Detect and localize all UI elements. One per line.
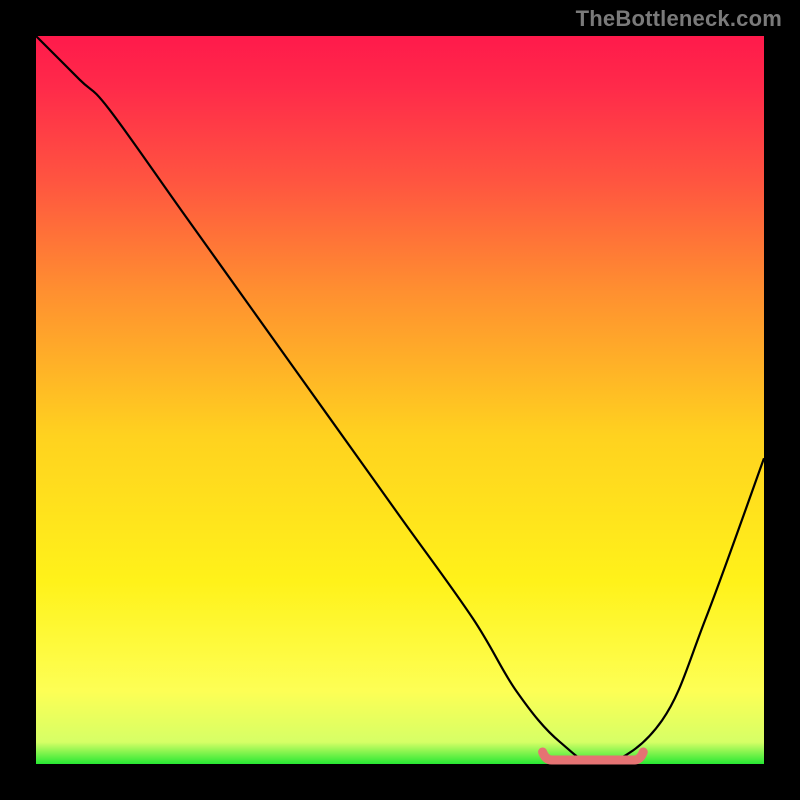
bottleneck-chart (0, 0, 800, 800)
plot-background (36, 36, 764, 764)
chart-container: TheBottleneck.com (0, 0, 800, 800)
watermark-text: TheBottleneck.com (576, 6, 782, 32)
